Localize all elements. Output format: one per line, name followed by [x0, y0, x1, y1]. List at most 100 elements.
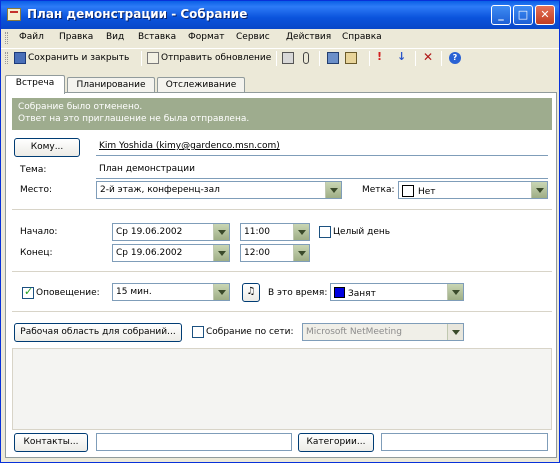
all-day-checkbox[interactable] — [319, 226, 331, 238]
menu-file[interactable]: Файл — [19, 32, 44, 42]
reminder-value: 15 мин. — [116, 287, 152, 297]
end-time-value: 12:00 — [244, 248, 270, 258]
reminder-label: Оповещение: — [36, 288, 100, 298]
to-field[interactable]: Kim Yoshida (kimy@gardenco.msn.com) — [96, 138, 548, 156]
to-recipient[interactable]: Kim Yoshida (kimy@gardenco.msn.com) — [99, 141, 280, 151]
check-names-button[interactable] — [345, 52, 357, 64]
meeting-icon — [7, 8, 21, 21]
label-combo[interactable]: Нет — [398, 181, 548, 199]
chevron-down-icon[interactable] — [447, 284, 463, 300]
reminder-checkbox[interactable] — [22, 285, 34, 299]
help-icon: ? — [449, 52, 461, 64]
chevron-down-icon[interactable] — [213, 245, 229, 261]
chevron-down-icon[interactable] — [531, 182, 547, 198]
send-icon — [147, 52, 159, 64]
attach-button[interactable] — [303, 52, 309, 64]
subject-field[interactable]: План демонстрации — [96, 161, 548, 179]
toolbar-separator — [441, 51, 442, 66]
high-importance-icon: ! — [377, 50, 383, 63]
end-date-value: Ср 19.06.2002 — [116, 248, 183, 258]
chevron-down-icon[interactable] — [213, 284, 229, 300]
end-time-combo[interactable]: 12:00 — [240, 244, 310, 262]
close-button[interactable]: ✕ — [535, 5, 555, 25]
toolbar-separator — [415, 51, 416, 66]
tab-tracking[interactable]: Отслеживание — [157, 77, 245, 93]
menu-actions[interactable]: Действия — [286, 32, 331, 42]
show-time-combo[interactable]: Занят — [330, 283, 464, 301]
contacts-button[interactable]: Контакты... — [14, 433, 88, 452]
tab-scheduling[interactable]: Планирование — [67, 77, 155, 93]
online-meeting-checkbox[interactable] — [192, 326, 204, 338]
start-time-combo[interactable]: 11:00 — [240, 223, 310, 241]
notes-area[interactable] — [12, 348, 552, 430]
toolbar-separator — [141, 51, 142, 66]
start-label: Начало: — [20, 227, 58, 237]
delete-button[interactable]: ✕ — [423, 50, 433, 64]
info-no-response: Ответ на это приглашение не была отправл… — [18, 114, 250, 124]
menu-insert[interactable]: Вставка — [138, 32, 176, 42]
show-time-label: В это время: — [268, 288, 328, 298]
check-names-icon — [345, 52, 357, 64]
reminder-combo[interactable]: 15 мин. — [112, 283, 230, 301]
help-button[interactable]: ? — [449, 52, 461, 64]
low-importance-button[interactable]: ↓ — [397, 50, 406, 63]
end-label: Конец: — [20, 248, 53, 258]
menu-edit[interactable]: Правка — [59, 32, 93, 42]
save-icon — [14, 52, 26, 64]
chevron-down-icon[interactable] — [293, 245, 309, 261]
chevron-down-icon[interactable] — [213, 224, 229, 240]
save-close-label: Сохранить и закрыть — [28, 53, 130, 63]
info-bar: Собрание было отменено. Ответ на это при… — [12, 98, 552, 130]
location-combo[interactable]: 2-й этаж, конференц-зал — [96, 181, 342, 199]
tab-appointment[interactable]: Встреча — [5, 75, 65, 94]
save-close-button[interactable]: Сохранить и закрыть — [14, 52, 129, 64]
chevron-down-icon[interactable] — [325, 182, 341, 198]
location-label: Место: — [20, 185, 53, 195]
menu-bar: Файл Правка Вид Вставка Формат Сервис Де… — [1, 29, 559, 47]
address-book-button[interactable] — [327, 52, 339, 64]
categories-button[interactable]: Категории... — [298, 433, 374, 452]
chevron-down-icon[interactable] — [293, 224, 309, 240]
online-meeting-label: Собрание по сети: — [206, 327, 294, 337]
send-update-button[interactable]: Отправить обновление — [147, 52, 271, 64]
low-importance-icon: ↓ — [397, 50, 407, 63]
divider — [12, 311, 552, 312]
start-time-value: 11:00 — [244, 227, 270, 237]
toolbar-separator — [276, 51, 277, 66]
all-day-label: Целый день — [333, 227, 391, 237]
appointment-panel: Собрание было отменено. Ответ на это при… — [5, 92, 557, 458]
menu-format[interactable]: Формат — [188, 32, 225, 42]
speaker-icon: ♫ — [246, 286, 256, 297]
title-bar: План демонстрации - Собрание _ □ ✕ — [1, 1, 559, 29]
contacts-field[interactable] — [96, 433, 292, 451]
online-meeting-value: Microsoft NetMeeting — [306, 327, 402, 337]
toolbar-grip — [5, 52, 8, 64]
address-book-icon — [327, 52, 339, 64]
menu-view[interactable]: Вид — [106, 32, 124, 42]
info-cancelled: Собрание было отменено. — [18, 102, 143, 112]
meeting-workspace-button[interactable]: Рабочая область для собраний... — [14, 323, 182, 342]
categories-field[interactable] — [381, 433, 548, 451]
end-date-combo[interactable]: Ср 19.06.2002 — [112, 244, 230, 262]
label-value: Нет — [418, 187, 436, 197]
maximize-button[interactable]: □ — [513, 5, 533, 25]
menu-tools[interactable]: Сервис — [236, 32, 270, 42]
online-meeting-combo[interactable]: Microsoft NetMeeting — [302, 323, 464, 341]
reminder-sound-button[interactable]: ♫ — [242, 283, 260, 302]
label-label: Метка: — [362, 185, 395, 195]
paperclip-icon — [303, 52, 309, 64]
print-button[interactable] — [282, 52, 294, 64]
menu-help[interactable]: Справка — [342, 32, 382, 42]
busy-color-swatch — [334, 287, 345, 298]
minimize-button[interactable]: _ — [491, 5, 511, 25]
high-importance-button[interactable]: ! — [377, 50, 382, 63]
printer-icon — [282, 52, 294, 64]
start-date-combo[interactable]: Ср 19.06.2002 — [112, 223, 230, 241]
start-date-value: Ср 19.06.2002 — [116, 227, 183, 237]
delete-icon: ✕ — [423, 50, 434, 64]
to-button[interactable]: Кому... — [14, 138, 80, 157]
standard-toolbar: Сохранить и закрыть Отправить обновление… — [1, 48, 559, 68]
subject-label: Тема: — [20, 165, 47, 175]
divider — [12, 209, 552, 210]
chevron-down-icon[interactable] — [447, 324, 463, 340]
